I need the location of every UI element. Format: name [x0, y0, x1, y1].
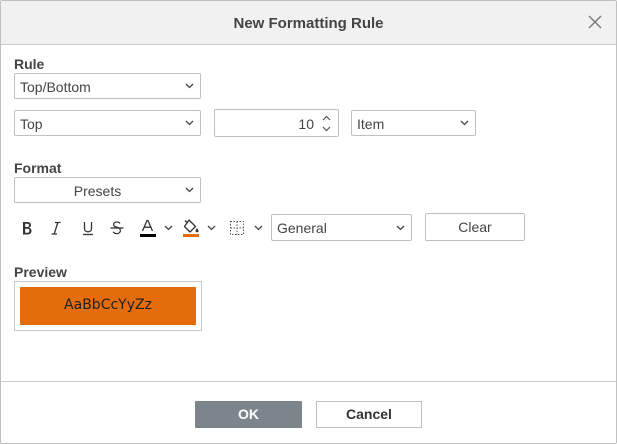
- chevron-down-icon: [185, 187, 194, 193]
- format-label: Format: [14, 160, 62, 176]
- bold-icon: [23, 222, 32, 235]
- underline-icon: [83, 222, 93, 236]
- rule-label: Rule: [14, 56, 45, 72]
- fill-color-icon: [183, 219, 199, 237]
- strikethrough-button[interactable]: [107, 216, 127, 240]
- italic-icon: [51, 221, 61, 235]
- rule-direction-select[interactable]: Top: [14, 110, 201, 136]
- underline-button[interactable]: [78, 216, 98, 240]
- chevron-down-icon: [185, 83, 194, 89]
- clear-button[interactable]: Clear: [425, 213, 525, 241]
- dialog-title: New Formatting Rule: [233, 15, 384, 32]
- font-color-icon: [140, 219, 156, 237]
- preview-box: AaBbCcYyZz: [14, 281, 202, 331]
- preview-label: Preview: [14, 264, 67, 280]
- number-format-value: General: [277, 220, 327, 236]
- fill-color-button[interactable]: [181, 216, 219, 240]
- rule-unit-value: Item: [357, 116, 385, 132]
- italic-button[interactable]: [46, 216, 66, 240]
- close-button[interactable]: [586, 13, 604, 31]
- rule-count-spinner[interactable]: 10: [214, 109, 339, 137]
- close-icon: [588, 15, 602, 29]
- font-color-button[interactable]: [138, 216, 176, 240]
- chevron-down-icon: [460, 120, 469, 126]
- chevron-down-icon: [207, 225, 216, 231]
- chevron-up-icon[interactable]: [322, 115, 331, 121]
- dialog-header: New Formatting Rule: [1, 1, 616, 45]
- rule-count-value: 10: [298, 116, 314, 132]
- bold-button[interactable]: [17, 216, 37, 240]
- borders-icon: [230, 221, 244, 235]
- ok-button[interactable]: OK: [195, 401, 302, 428]
- footer-divider: [1, 381, 616, 382]
- cancel-button[interactable]: Cancel: [316, 401, 422, 428]
- new-formatting-rule-dialog: New Formatting Rule Rule Top/Bottom Top …: [0, 0, 617, 444]
- rule-type-value: Top/Bottom: [20, 79, 91, 95]
- presets-value: Presets: [73, 183, 122, 199]
- preview-sample-text: AaBbCcYyZz: [64, 297, 152, 313]
- borders-button[interactable]: [229, 216, 265, 240]
- number-format-select[interactable]: General: [271, 214, 412, 241]
- chevron-down-icon: [185, 120, 194, 126]
- rule-unit-select[interactable]: Item: [351, 110, 476, 136]
- rule-type-select[interactable]: Top/Bottom: [14, 73, 201, 99]
- chevron-down-icon[interactable]: [322, 126, 331, 132]
- strikethrough-icon: [110, 221, 124, 235]
- chevron-down-icon: [254, 225, 263, 231]
- chevron-down-icon: [396, 225, 405, 231]
- preview-swatch: AaBbCcYyZz: [20, 287, 196, 325]
- rule-direction-value: Top: [20, 116, 43, 132]
- chevron-down-icon: [164, 225, 173, 231]
- presets-select[interactable]: Presets: [14, 177, 201, 203]
